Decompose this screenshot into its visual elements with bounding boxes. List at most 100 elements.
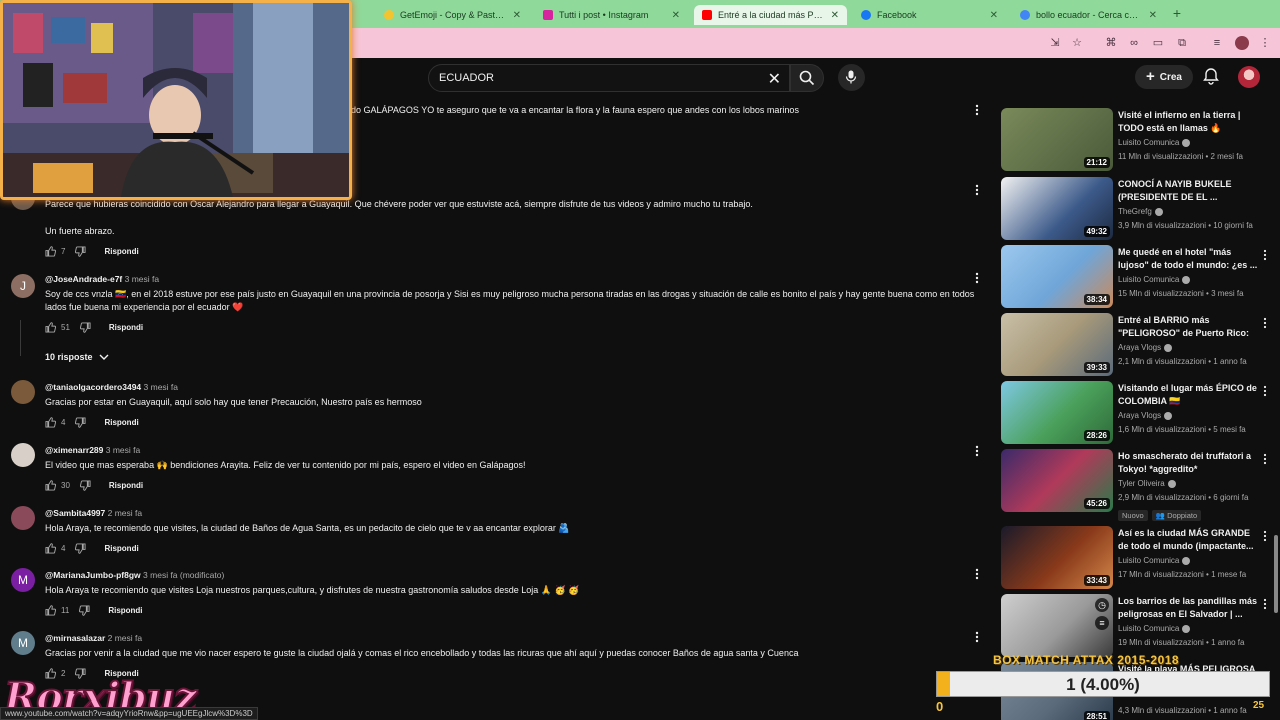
reply-button[interactable]: Rispondi bbox=[108, 606, 142, 615]
browser-tab-active[interactable]: Entré a la ciudad más PELIGR ✕ bbox=[694, 5, 847, 25]
recommended-video[interactable]: 39:33 Entré al BARRIO más "PELIGROSO" de… bbox=[1001, 313, 1273, 377]
reply-button[interactable]: Rispondi bbox=[109, 481, 143, 490]
comment-username[interactable]: @mirnasalazar bbox=[45, 633, 105, 643]
video-title[interactable]: Me quedé en el hotel "más lujoso" de tod… bbox=[1118, 246, 1258, 272]
comment-more-icon[interactable] bbox=[974, 631, 980, 643]
browser-tab[interactable]: Tutti i post • Instagram ✕ bbox=[535, 5, 688, 25]
notifications-bell-icon[interactable] bbox=[1202, 67, 1220, 85]
video-more-icon[interactable] bbox=[1263, 385, 1267, 397]
comment-time[interactable]: 3 mesi fa bbox=[144, 382, 179, 392]
extension-icon[interactable]: ⧉ bbox=[1175, 36, 1189, 50]
install-app-icon[interactable]: ⇲ bbox=[1048, 36, 1062, 50]
comment-username[interactable]: @ximenarr289 bbox=[45, 445, 103, 455]
reply-button[interactable]: Rispondi bbox=[104, 418, 138, 427]
channel-name[interactable]: Luisito Comunica bbox=[1118, 138, 1191, 147]
reply-button[interactable]: Rispondi bbox=[109, 323, 143, 332]
channel-name[interactable]: Luisito Comunica bbox=[1118, 624, 1191, 633]
recommended-video[interactable]: 49:32 CONOCÍ A NAYIB BUKELE (PRESIDENTE … bbox=[1001, 177, 1273, 241]
commenter-avatar[interactable]: M bbox=[11, 631, 35, 655]
create-button[interactable]: + Crea bbox=[1135, 65, 1193, 89]
video-more-icon[interactable] bbox=[1263, 453, 1267, 465]
search-button[interactable] bbox=[790, 64, 824, 92]
recommended-video[interactable]: ◷ ≡ Los barrios de las pandillas más pel… bbox=[1001, 594, 1273, 658]
channel-name[interactable]: Araya Vlogs bbox=[1118, 411, 1173, 420]
commenter-avatar[interactable] bbox=[11, 506, 35, 530]
video-title[interactable]: Ho smascherato dei truffatori a Tokyo! *… bbox=[1118, 450, 1258, 476]
recommended-video[interactable]: 21:12 Visité el infierno en la tierra | … bbox=[1001, 108, 1273, 172]
comment-time[interactable]: 2 mesi fa bbox=[108, 508, 143, 518]
close-tab-icon[interactable]: ✕ bbox=[990, 10, 998, 21]
show-replies-button[interactable]: 10 risposte bbox=[45, 352, 109, 362]
voice-search-button[interactable] bbox=[838, 64, 865, 91]
video-thumbnail[interactable]: 45:26 bbox=[1001, 449, 1113, 512]
comment-username[interactable]: @Sambita4997 bbox=[45, 508, 105, 518]
comment-time[interactable]: 3 mesi fa bbox=[106, 445, 141, 455]
video-more-icon[interactable] bbox=[1263, 598, 1267, 610]
video-thumbnail[interactable]: 28:26 bbox=[1001, 381, 1113, 444]
video-title[interactable]: Entré al BARRIO más "PELIGROSO" de Puert… bbox=[1118, 314, 1258, 340]
thumbs-up-icon[interactable] bbox=[45, 417, 56, 428]
video-more-icon[interactable] bbox=[1263, 249, 1267, 261]
page-scrollbar[interactable] bbox=[1274, 535, 1278, 613]
video-title[interactable]: Visité el infierno en la tierra | TODO e… bbox=[1118, 109, 1258, 135]
new-tab-icon[interactable]: + bbox=[1169, 6, 1185, 22]
channel-name[interactable]: Araya Vlogs bbox=[1118, 343, 1173, 352]
recommended-video[interactable]: 45:26 Ho smascherato dei truffatori a To… bbox=[1001, 449, 1273, 521]
video-more-icon[interactable] bbox=[1263, 317, 1267, 329]
comment-username[interactable]: @taniaolgacordero3494 bbox=[45, 382, 141, 392]
recommended-video[interactable]: 28:26 Visitando el lugar más ÉPICO de CO… bbox=[1001, 381, 1273, 445]
comment-more-icon[interactable] bbox=[974, 568, 980, 580]
comment-username[interactable]: @MarianaJumbo-pf8gw bbox=[45, 570, 141, 580]
video-thumbnail[interactable]: ◷ ≡ bbox=[1001, 594, 1113, 657]
recommended-video[interactable]: 38:34 Me quedé en el hotel "más lujoso" … bbox=[1001, 245, 1273, 309]
comment-more-icon[interactable] bbox=[974, 104, 980, 116]
comment-more-icon[interactable] bbox=[974, 445, 980, 457]
thumbs-up-icon[interactable] bbox=[45, 605, 56, 616]
bookmark-star-icon[interactable]: ☆ bbox=[1070, 36, 1084, 50]
comment-username[interactable]: @JoseAndrade-e7f bbox=[45, 274, 122, 284]
video-thumbnail[interactable]: 21:12 bbox=[1001, 108, 1113, 171]
search-box[interactable]: ECUADOR ✕ bbox=[428, 64, 790, 92]
thumbs-up-icon[interactable] bbox=[45, 480, 56, 491]
link-icon[interactable]: ∞ bbox=[1127, 36, 1141, 50]
video-thumbnail[interactable]: 33:43 bbox=[1001, 526, 1113, 589]
thumbs-down-icon[interactable] bbox=[75, 246, 86, 257]
thumbs-down-icon[interactable] bbox=[79, 605, 90, 616]
browser-tab[interactable]: GetEmoji - Copy & Paste All ✕ bbox=[376, 5, 529, 25]
profile-icon[interactable] bbox=[1235, 36, 1249, 50]
thumbs-up-icon[interactable] bbox=[45, 246, 56, 257]
commenter-avatar[interactable] bbox=[11, 443, 35, 467]
video-title[interactable]: Así es la ciudad MÁS GRANDE de todo el m… bbox=[1118, 527, 1258, 553]
translate-icon[interactable]: ⌘ bbox=[1104, 36, 1118, 50]
video-more-icon[interactable] bbox=[1263, 530, 1267, 542]
comment-more-icon[interactable] bbox=[974, 272, 980, 284]
clear-search-icon[interactable]: ✕ bbox=[768, 69, 781, 89]
video-thumbnail[interactable]: 39:33 bbox=[1001, 313, 1113, 376]
user-avatar[interactable] bbox=[1238, 66, 1260, 88]
channel-name[interactable]: Tyler Oliveira bbox=[1118, 479, 1176, 488]
video-thumbnail[interactable]: 38:34 bbox=[1001, 245, 1113, 308]
reply-button[interactable]: Rispondi bbox=[104, 247, 138, 256]
close-tab-icon[interactable]: ✕ bbox=[831, 10, 839, 21]
commenter-avatar[interactable]: J bbox=[11, 274, 35, 298]
thumbs-down-icon[interactable] bbox=[79, 480, 91, 491]
menu-kebab-icon[interactable]: ⋮ bbox=[1258, 36, 1272, 50]
video-thumbnail[interactable]: 49:32 bbox=[1001, 177, 1113, 240]
comment-time[interactable]: 3 mesi fa (modificato) bbox=[143, 570, 224, 580]
channel-name[interactable]: TheGrefg bbox=[1118, 207, 1163, 216]
reply-button[interactable]: Rispondi bbox=[104, 544, 138, 553]
thumbs-down-icon[interactable] bbox=[79, 322, 91, 333]
search-input[interactable]: ECUADOR bbox=[439, 72, 494, 84]
add-to-queue-icon[interactable]: ≡ bbox=[1095, 616, 1109, 630]
close-tab-icon[interactable]: ✕ bbox=[513, 10, 521, 21]
close-tab-icon[interactable]: ✕ bbox=[672, 10, 680, 21]
watch-later-icon[interactable]: ◷ bbox=[1095, 598, 1109, 612]
video-title[interactable]: Visitando el lugar más ÉPICO de COLOMBIA… bbox=[1118, 382, 1258, 408]
channel-name[interactable]: Luisito Comunica bbox=[1118, 275, 1191, 284]
queue-icon[interactable]: ≡ bbox=[1210, 36, 1224, 50]
close-tab-icon[interactable]: ✕ bbox=[1149, 10, 1157, 21]
channel-name[interactable]: Luisito Comunica bbox=[1118, 556, 1191, 565]
thumbs-up-icon[interactable] bbox=[45, 322, 56, 333]
comment-time[interactable]: 3 mesi fa bbox=[125, 274, 160, 284]
reader-icon[interactable]: ▭ bbox=[1151, 36, 1165, 50]
